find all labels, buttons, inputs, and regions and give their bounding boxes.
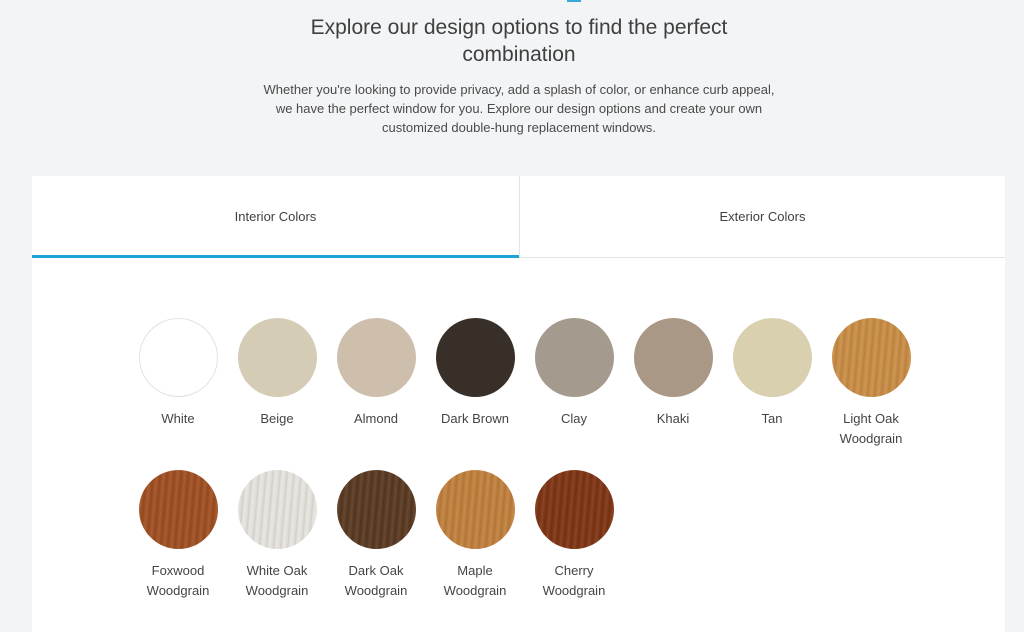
swatch-circle [435, 318, 515, 397]
swatch-beige[interactable]: Beige [227, 318, 327, 429]
swatch-circle [138, 318, 218, 397]
tab-interior-colors[interactable]: Interior Colors [32, 176, 519, 257]
color-tabs: Interior Colors Exterior Colors [32, 176, 1005, 258]
tab-exterior-label: Exterior Colors [719, 209, 806, 224]
swatch-label: Tan [761, 411, 783, 426]
swatch-circle [633, 318, 713, 397]
swatch-label: White Oak Woodgrain [245, 563, 309, 598]
swatch-white[interactable]: White [128, 318, 228, 429]
swatch-white-oak-woodgrain[interactable]: White Oak Woodgrain [227, 470, 327, 601]
swatch-circle [534, 470, 614, 549]
swatch-khaki[interactable]: Khaki [623, 318, 723, 429]
swatch-circle [336, 470, 416, 549]
swatch-label: Almond [353, 411, 399, 426]
swatch-light-oak-woodgrain[interactable]: Light Oak Woodgrain [821, 318, 921, 449]
swatch-tan[interactable]: Tan [722, 318, 822, 429]
tab-interior-label: Interior Colors [234, 209, 317, 224]
intro-text: Whether you're looking to provide privac… [263, 82, 775, 135]
swatch-label: Clay [560, 411, 587, 426]
tab-exterior-colors[interactable]: Exterior Colors [519, 176, 1005, 257]
swatch-maple-woodgrain[interactable]: Maple Woodgrain [425, 470, 525, 601]
swatch-circle [435, 470, 515, 549]
swatch-label: Maple Woodgrain [443, 563, 507, 598]
color-options-panel: Interior Colors Exterior Colors White Be… [32, 176, 1005, 632]
swatch-foxwood-woodgrain[interactable]: Foxwood Woodgrain [128, 470, 228, 601]
swatch-dark-brown[interactable]: Dark Brown [425, 318, 525, 429]
top-accent-line [567, 0, 581, 2]
swatch-clay[interactable]: Clay [524, 318, 624, 429]
active-tab-indicator [32, 255, 519, 258]
swatch-almond[interactable]: Almond [326, 318, 426, 429]
swatch-circle [732, 318, 812, 397]
swatch-dark-oak-woodgrain[interactable]: Dark Oak Woodgrain [326, 470, 426, 601]
swatch-label: Beige [260, 411, 294, 426]
swatch-circle [831, 318, 911, 397]
swatch-circle [336, 318, 416, 397]
swatch-label: Dark Oak Woodgrain [344, 563, 408, 598]
swatch-label: Light Oak Woodgrain [839, 411, 903, 446]
swatch-label: White [161, 411, 195, 426]
swatch-circle [534, 318, 614, 397]
swatch-label: Dark Brown [441, 411, 509, 426]
swatch-cherry-woodgrain[interactable]: Cherry Woodgrain [524, 470, 624, 601]
swatch-label: Cherry Woodgrain [542, 563, 606, 598]
page-title: Explore our design options to find the p… [310, 16, 728, 66]
swatch-circle [237, 318, 317, 397]
swatch-circle [237, 470, 317, 549]
swatch-label: Foxwood Woodgrain [146, 563, 210, 598]
swatch-circle [138, 470, 218, 549]
swatch-label: Khaki [656, 411, 690, 426]
